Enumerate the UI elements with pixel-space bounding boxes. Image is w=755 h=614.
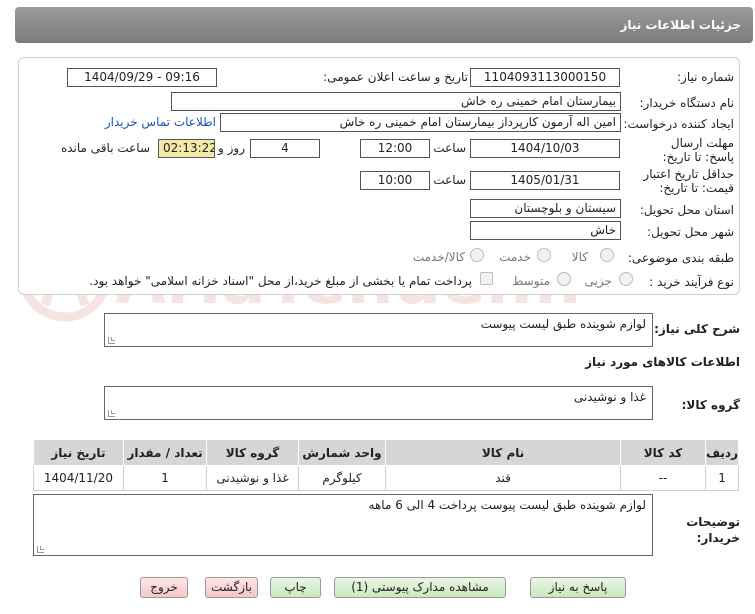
remaining-time-label: ساعت باقی مانده [60,141,150,155]
requester-field: امین اله آرمون کارپرداز بیمارستان امام خ… [220,113,621,132]
goods-table: ردیف کد کالا نام کالا واحد شمارش گروه کا… [33,439,739,491]
buyer-org-label: نام دستگاه خریدار: [639,96,735,110]
purchase-minor-radio[interactable] [619,272,633,286]
buyer-contact-link[interactable]: اطلاعات تماس خریدار [105,115,216,129]
remaining-time-field: 02:13:22 [158,139,215,158]
table-row[interactable]: 1 -- قند کیلوگرم غذا و نوشیدنی 1 1404/11… [33,465,739,491]
category-goods-service-label: کالا/خدمت [412,250,465,264]
purchase-medium-radio[interactable] [557,272,571,286]
exit-button[interactable]: خروج [140,577,188,598]
buyer-notes-text: لوازم شوینده طبق لیست پیوست پرداخت 4 الی… [368,498,646,512]
col-header-item-group: گروه کالا [206,439,299,466]
treasury-payment-note: پرداخت تمام یا بخشی از مبلغ خرید،از محل … [89,274,472,288]
category-service-label: خدمت [499,250,531,264]
reply-time-field: 12:00 [360,139,430,158]
remaining-days-field: 4 [250,139,320,158]
price-validity-date-field: 1405/01/31 [470,171,620,190]
resize-handle-icon[interactable] [108,337,115,344]
price-validity-label: حداقل تاریخ اعتبار قیمت: تا تاریخ: [643,167,734,195]
cell-item-group: غذا و نوشیدنی [206,465,299,491]
table-header-row: ردیف کد کالا نام کالا واحد شمارش گروه کا… [33,439,739,466]
resize-handle-icon[interactable] [108,410,115,417]
need-description-field: لوازم شوینده طبق لیست پیوست [104,313,653,347]
col-header-row-number: ردیف [705,439,739,466]
need-description-label: شرح کلی نیاز: [654,322,740,336]
cell-item-name: قند [385,465,621,491]
city-field: خاش [470,221,621,240]
need-number-label: شماره نیاز: [677,70,734,84]
announce-datetime-label: تاریخ و ساعت اعلان عمومی: [323,70,468,84]
category-goods-radio[interactable] [600,248,614,262]
category-service-radio[interactable] [537,248,551,262]
col-header-need-date: تاریخ نیاز [33,439,124,466]
col-header-quantity: تعداد / مقدار [122,439,208,466]
buyer-org-field: بیمارستان امام خمینی ره خاش [171,92,621,111]
goods-group-text: غذا و نوشیدنی [573,390,646,404]
province-field: سیستان و بلوچستان [470,199,621,218]
city-label: شهر محل تحویل: [647,225,734,239]
buyer-notes-field: لوازم شوینده طبق لیست پیوست پرداخت 4 الی… [33,494,653,556]
reply-date-field: 1404/10/03 [470,139,620,158]
col-header-item-name: نام کالا [385,439,621,466]
back-button[interactable]: بازگشت [205,577,258,598]
goods-info-title: اطلاعات کالاهای مورد نیاز [585,355,740,369]
purchase-medium-label: متوسط [512,274,550,288]
need-description-text: لوازم شوینده طبق لیست پیوست [480,317,646,331]
page-header: جزئیات اطلاعات نیاز [15,7,753,43]
cell-item-code: -- [619,465,707,491]
reply-button[interactable]: پاسخ به نیاز [530,577,626,598]
announce-datetime-field: 1404/09/29 - 09:16 [67,68,217,87]
requester-label: ایجاد کننده درخواست: [623,117,734,131]
province-label: استان محل تحویل: [639,203,734,217]
category-label: طبقه بندی موضوعی: [627,251,734,265]
price-validity-time-label: ساعت [433,173,466,187]
category-goods-label: کالا [571,250,588,264]
cell-row-number: 1 [705,465,739,491]
goods-group-label: گروه کالا: [681,398,740,412]
col-header-item-code: کد کالا [619,439,707,466]
col-header-unit: واحد شمارش [297,439,387,466]
attachments-button[interactable]: مشاهده مدارک پیوستی (1) [334,577,506,598]
need-number-field: 1104093113000150 [470,68,620,87]
resize-handle-icon[interactable] [37,546,44,553]
page-title: جزئیات اطلاعات نیاز [620,18,741,32]
days-label: روز و [218,141,245,155]
reply-deadline-label: مهلت ارسال پاسخ: تا تاریخ: [662,136,734,164]
reply-time-label: ساعت [433,141,466,155]
goods-group-field: غذا و نوشیدنی [104,386,653,420]
cell-unit: کیلوگرم [297,465,387,491]
purchase-minor-label: جزیی [584,274,612,288]
cell-need-date: 1404/11/20 [33,465,124,491]
category-goods-service-radio[interactable] [470,248,484,262]
buyer-notes-label: توضیحات خریدار: [686,515,740,545]
treasury-payment-checkbox[interactable] [480,272,493,285]
price-validity-time-field: 10:00 [360,171,430,190]
purchase-type-label: نوع فرآیند خرید : [649,275,734,289]
print-button[interactable]: چاپ [270,577,321,598]
cell-quantity: 1 [122,465,208,491]
